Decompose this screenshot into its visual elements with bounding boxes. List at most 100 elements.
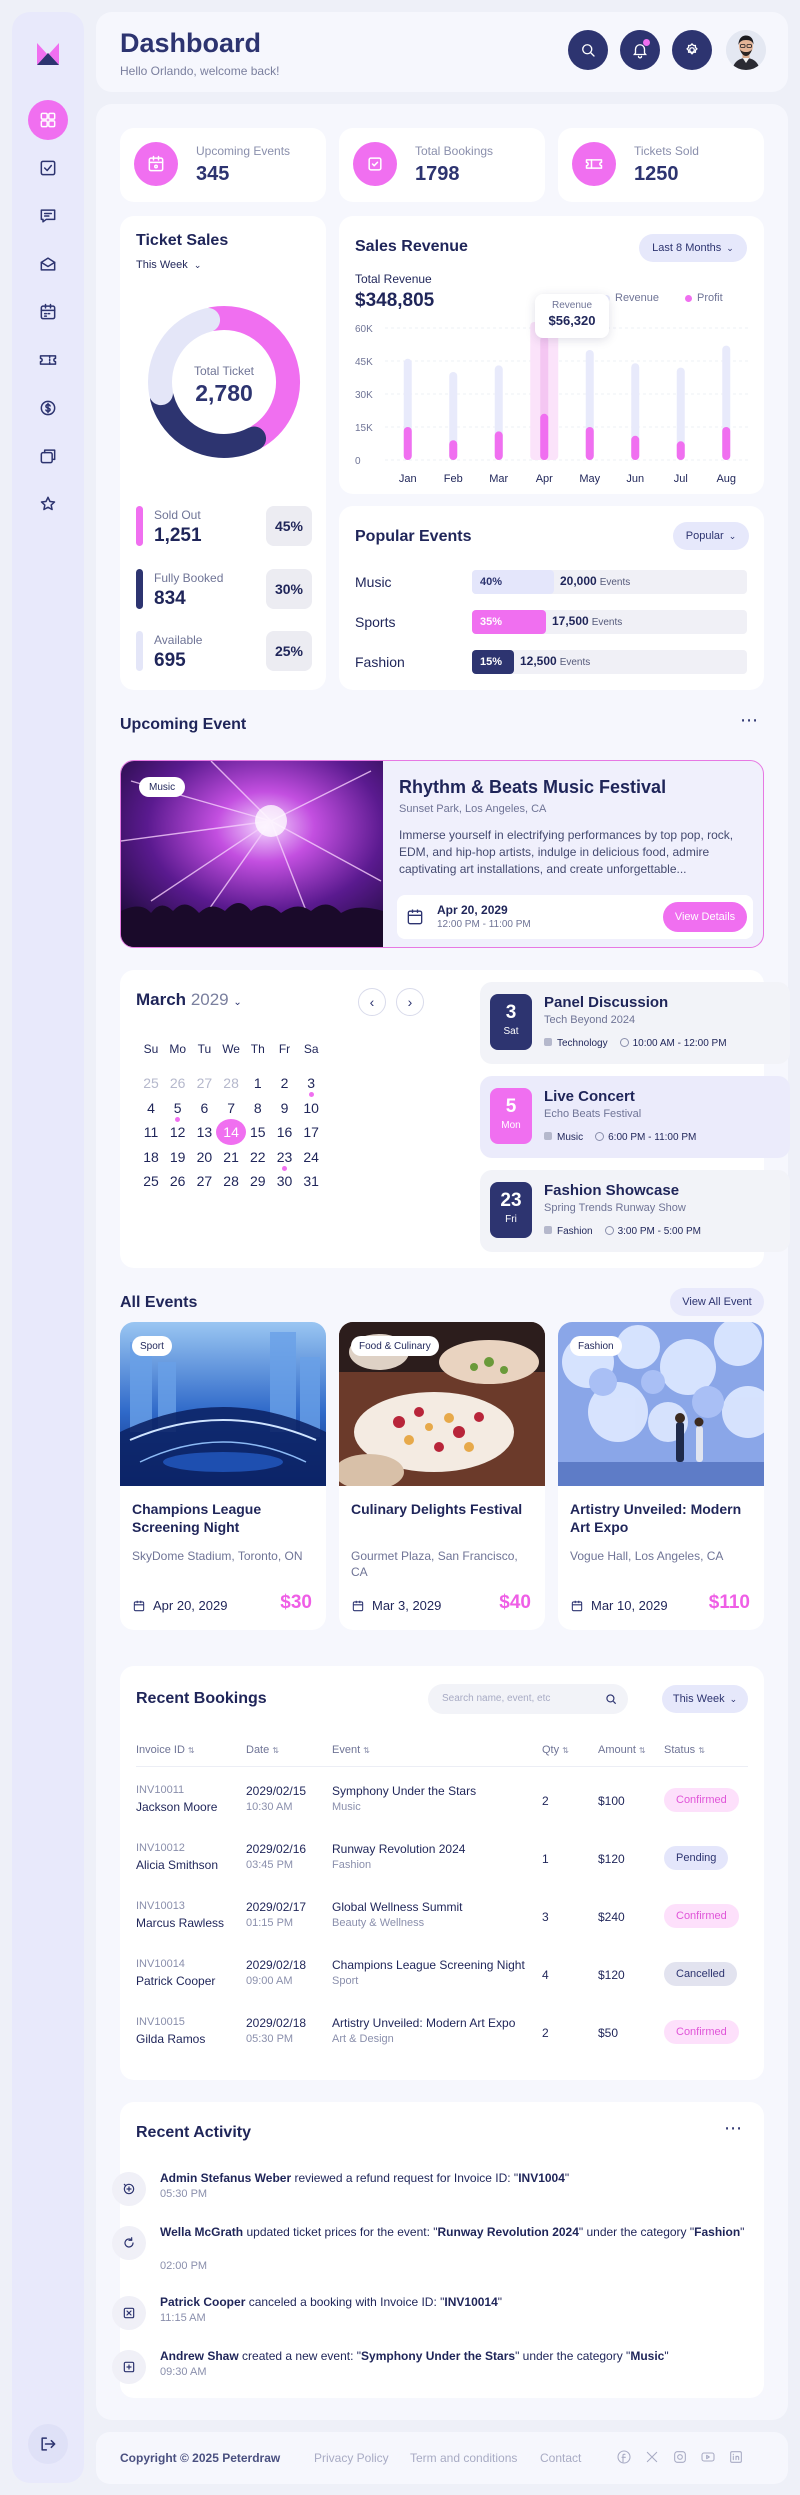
column-header[interactable]: Amount ⇅ (598, 1744, 646, 1756)
message-icon[interactable] (28, 196, 68, 236)
calendar-day[interactable]: 17 (296, 1119, 326, 1145)
calendar-day[interactable]: 26 (163, 1168, 193, 1194)
calendar-day[interactable]: 19 (163, 1144, 193, 1170)
column-header[interactable]: Date ⇅ (246, 1744, 279, 1756)
next-month-button[interactable]: › (396, 988, 424, 1016)
activity-user[interactable]: Wella McGrath (160, 2225, 243, 2239)
calendar-day[interactable]: 25 (136, 1070, 166, 1096)
schedule-item[interactable]: 23 Fri Fashion Showcase Spring Trends Runwa… (480, 1170, 790, 1252)
prev-month-button[interactable]: ‹ (358, 988, 386, 1016)
calendar-day[interactable]: 16 (270, 1119, 300, 1145)
facebook-icon[interactable] (616, 2449, 632, 2465)
more-options-icon[interactable]: ⋯ (740, 710, 759, 731)
calendar-day[interactable]: 22 (243, 1144, 273, 1170)
profit-bar[interactable] (722, 427, 731, 460)
column-header[interactable]: Invoice ID ⇅ (136, 1744, 195, 1756)
cards-icon[interactable] (28, 436, 68, 476)
logout-icon[interactable] (28, 2424, 68, 2464)
calendar-day[interactable]: 30 (270, 1168, 300, 1194)
popular-event-row[interactable]: Fashion 15% 12,500 Events (355, 648, 747, 676)
popular-event-row[interactable]: Sports 35% 17,500 Events (355, 608, 747, 636)
calendar-day[interactable]: 6 (189, 1095, 219, 1121)
profit-bar[interactable] (585, 427, 594, 460)
calendar-day[interactable]: 4 (136, 1095, 166, 1121)
profit-bar[interactable] (631, 435, 640, 460)
event-card-sport[interactable]: Sport Champions League Screening Night S… (120, 1322, 326, 1630)
profit-bar[interactable] (676, 441, 685, 460)
x-icon[interactable] (644, 2449, 660, 2465)
linkedin-icon[interactable] (728, 2449, 744, 2465)
table-row[interactable]: INV10012 Alicia Smithson 2029/02/16 03:45 P… (136, 1842, 748, 1882)
upcoming-event-card[interactable]: Music Rhythm & Beats Music Festival Suns… (120, 760, 764, 948)
dashboard-icon[interactable] (28, 100, 68, 140)
bookings-filter-select[interactable]: This Week ⌄ (662, 1685, 748, 1713)
table-row[interactable]: INV10015 Gilda Ramos 2029/02/18 05:30 PM Art… (136, 2016, 748, 2056)
calendar-day[interactable]: 12 (163, 1119, 193, 1145)
activity-user[interactable]: Admin Stefanus Weber (160, 2171, 291, 2185)
calendar-day[interactable]: 18 (136, 1144, 166, 1170)
calendar-day-today[interactable]: 14 (216, 1119, 247, 1145)
table-row[interactable]: INV10011 Jackson Moore 2029/02/15 10:30 AM S… (136, 1784, 748, 1824)
calendar-icon[interactable] (28, 292, 68, 332)
popular-event-row[interactable]: Music 40% 20,000 Events (355, 568, 747, 596)
calendar-day[interactable]: 20 (189, 1144, 219, 1170)
calendar-day[interactable]: 2 (270, 1070, 300, 1096)
calendar-day[interactable]: 28 (216, 1168, 246, 1194)
avatar[interactable] (726, 30, 766, 70)
column-header[interactable]: Qty ⇅ (542, 1744, 569, 1756)
profit-bar[interactable] (449, 440, 458, 460)
settings-button[interactable] (672, 30, 712, 70)
event-card-fashion[interactable]: Fashion Artistry Unveiled: Modern Art Ex… (558, 1322, 764, 1630)
calendar-day[interactable]: 28 (216, 1070, 246, 1096)
checkbox-icon[interactable] (28, 148, 68, 188)
ticket-icon[interactable] (28, 340, 68, 380)
star-icon[interactable] (28, 484, 68, 524)
activity-user[interactable]: Andrew Shaw (160, 2349, 239, 2363)
contact-link[interactable]: Contact (540, 2451, 581, 2465)
more-options-icon[interactable]: ⋯ (724, 2118, 742, 2139)
table-row[interactable]: INV10014 Patrick Cooper 2029/02/18 09:00 AM… (136, 1958, 748, 1998)
schedule-item[interactable]: 3 Sat Panel Discussion Tech Beyond 2024 Tech… (480, 982, 790, 1064)
profit-bar[interactable] (540, 413, 549, 460)
calendar-day[interactable]: 27 (189, 1070, 219, 1096)
view-all-events-button[interactable]: View All Event (670, 1288, 764, 1316)
calendar-day[interactable]: 27 (189, 1168, 219, 1194)
calendar-month-select[interactable]: March 2029 ⌄ (136, 990, 242, 1010)
view-details-button[interactable]: View Details (663, 902, 747, 932)
calendar-day[interactable]: 21 (216, 1144, 246, 1170)
logo-icon[interactable] (34, 40, 62, 68)
profit-bar[interactable] (403, 427, 412, 460)
calendar-day[interactable]: 26 (163, 1070, 193, 1096)
revenue-range-select[interactable]: Last 8 Months ⌄ (639, 234, 747, 262)
column-header[interactable]: Event ⇅ (332, 1744, 370, 1756)
popular-filter-select[interactable]: Popular ⌄ (673, 522, 749, 550)
calendar-day[interactable]: 15 (243, 1119, 273, 1145)
calendar-day[interactable]: 10 (296, 1095, 326, 1121)
profit-bar[interactable] (494, 431, 503, 460)
calendar-day[interactable]: 7 (216, 1095, 246, 1121)
event-card-food[interactable]: Food & Culinary Culinary Delights Festiv… (339, 1322, 545, 1630)
inbox-icon[interactable] (28, 244, 68, 284)
calendar-day[interactable]: 11 (136, 1119, 166, 1145)
search-button[interactable] (568, 30, 608, 70)
ticket-sales-filter[interactable]: This Week ⌄ (136, 259, 201, 271)
calendar-day[interactable]: 29 (243, 1168, 273, 1194)
calendar-day[interactable]: 1 (243, 1070, 273, 1096)
dollar-icon[interactable] (28, 388, 68, 428)
bookings-search-input[interactable]: Search name, event, etc (428, 1684, 628, 1714)
calendar-day[interactable]: 24 (296, 1144, 326, 1170)
instagram-icon[interactable] (672, 2449, 688, 2465)
notifications-button[interactable] (620, 30, 660, 70)
column-header[interactable]: Status ⇅ (664, 1744, 705, 1756)
calendar-day[interactable]: 25 (136, 1168, 166, 1194)
calendar-day[interactable]: 9 (270, 1095, 300, 1121)
calendar-day[interactable]: 8 (243, 1095, 273, 1121)
activity-user[interactable]: Patrick Cooper (160, 2295, 245, 2309)
calendar-day[interactable]: 31 (296, 1168, 326, 1194)
youtube-icon[interactable] (700, 2449, 716, 2465)
table-row[interactable]: INV10013 Marcus Rawless 2029/02/17 01:15 PM… (136, 1900, 748, 1940)
terms-link[interactable]: Term and conditions (410, 2451, 517, 2465)
calendar-day[interactable]: 13 (189, 1119, 219, 1145)
schedule-item[interactable]: 5 Mon Live Concert Echo Beats Festival Music… (480, 1076, 790, 1158)
privacy-policy-link[interactable]: Privacy Policy (314, 2451, 389, 2465)
